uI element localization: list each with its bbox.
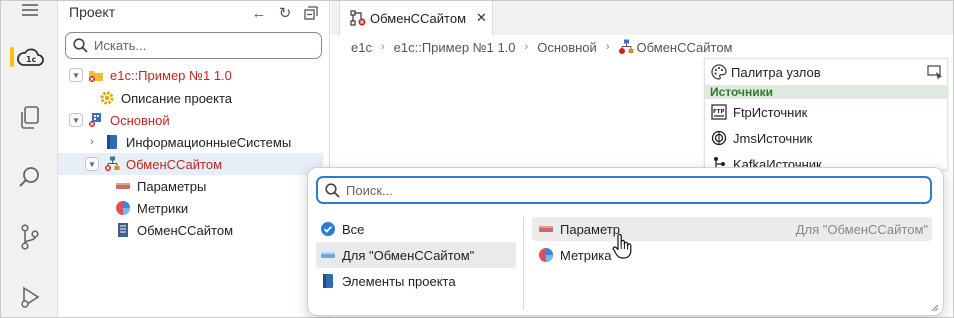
result-parameter[interactable]: Параметр Для "ОбменССайтом" [532, 217, 932, 241]
category-label: Все [342, 221, 365, 237]
panel-title: Проект [69, 4, 116, 20]
tree-item-label: ОбменССайтом [126, 156, 223, 172]
tree-item-information-systems[interactable]: › ИнформационныеСистемы [58, 131, 323, 153]
breadcrumb-item[interactable]: e1c::Пример №1 1.0 [394, 40, 516, 55]
chevron-down-icon[interactable]: ▼ [69, 113, 83, 127]
book-icon [320, 273, 336, 289]
check-circle-icon [320, 221, 336, 237]
category-label: Элементы проекта [342, 273, 456, 289]
tree-item-site-exchange-doc[interactable]: ОбменССайтом [58, 219, 323, 241]
integration-flow-icon [618, 39, 634, 55]
tab-bar: ОбменССайтом ✕ [331, 1, 953, 35]
integration-flow-icon [350, 10, 366, 26]
palette-item-jms-source[interactable]: JmsИсточник [705, 125, 947, 151]
tab-label: ОбменССайтом [370, 10, 467, 26]
search-icon [73, 38, 88, 53]
breadcrumb: e1c › e1c::Пример №1 1.0 › Основной › Об… [351, 38, 733, 56]
refresh-icon[interactable]: ↻ [275, 3, 295, 23]
pick-node-icon[interactable] [927, 64, 943, 83]
integration-flow-icon [104, 156, 120, 172]
palette-icon [711, 64, 727, 80]
result-label: Метрика [560, 247, 612, 263]
chevron-down-icon[interactable]: ▼ [69, 68, 83, 82]
chevron-down-icon[interactable]: ▼ [85, 157, 99, 171]
tree-item-main[interactable]: ▼ Основной [58, 109, 323, 131]
close-tab-icon[interactable]: ✕ [476, 10, 487, 26]
project-search-input[interactable] [94, 38, 294, 53]
metric-pie-icon [115, 200, 131, 216]
tab-site-exchange[interactable]: ОбменССайтом ✕ [339, 1, 493, 35]
palette-header: Палитра узлов [705, 59, 947, 85]
category-label: Для "ОбменССайтом" [342, 247, 475, 263]
popup-divider [523, 215, 524, 310]
popup-search-input[interactable] [346, 182, 906, 198]
svg-text:FTP: FTP [713, 109, 725, 115]
gear-icon [99, 90, 115, 106]
palette-section-sources: Источники [705, 85, 947, 99]
explorer-files-icon[interactable] [1, 98, 58, 138]
run-debug-icon[interactable] [1, 277, 58, 317]
1c-cloud-icon[interactable]: 1c [1, 37, 58, 77]
palette-item-ftp-source[interactable]: FTP FtpИсточник [705, 99, 947, 125]
category-project-elements[interactable]: Элементы проекта [316, 268, 516, 294]
parameter-icon [115, 178, 131, 194]
resize-grip-icon[interactable] [929, 302, 939, 312]
document-icon [115, 222, 131, 238]
chevron-right-icon: › [380, 41, 385, 53]
category-for-site-exchange[interactable]: Для "ОбменССайтом" [316, 242, 516, 268]
category-all[interactable]: Все [316, 216, 516, 242]
tree-item-label: Параметры [137, 178, 207, 194]
breadcrumb-item[interactable]: Основной [537, 40, 597, 55]
collapse-all-icon[interactable] [301, 3, 321, 23]
palette-item-label: FtpИсточник [733, 104, 808, 120]
breadcrumb-item[interactable]: e1c [351, 40, 372, 55]
tree-item-project-root[interactable]: ▼ e1c::Пример №1 1.0 [58, 64, 323, 86]
chevron-right-icon: › [524, 41, 529, 53]
tree-item-label: ИнформационныеСистемы [126, 134, 292, 150]
tree-item-site-exchange[interactable]: ▼ ОбменССайтом [58, 153, 323, 175]
search-icon [325, 182, 340, 198]
tree-item-project-description[interactable]: Описание проекта [58, 87, 323, 109]
breadcrumb-item[interactable]: ОбменССайтом [636, 40, 732, 55]
result-hint: Для "ОбменССайтом" [795, 221, 928, 237]
book-icon [104, 134, 120, 150]
tree-item-label: ОбменССайтом [137, 222, 234, 238]
palette-item-label: JmsИсточник [733, 130, 813, 146]
tree-item-label: e1c::Пример №1 1.0 [110, 67, 232, 83]
search-icon[interactable] [1, 157, 58, 197]
result-label: Параметр [560, 221, 620, 237]
popup-search-field[interactable] [316, 176, 932, 204]
svg-text:1c: 1c [26, 55, 37, 64]
tree-item-label: Основной [110, 112, 170, 128]
jms-icon [711, 130, 727, 146]
ftp-icon: FTP [711, 104, 727, 120]
node-palette: Палитра узлов Источники FTP FtpИсточник … [704, 58, 948, 170]
chevron-right-icon[interactable]: › [85, 135, 99, 149]
project-search-field[interactable] [65, 32, 322, 59]
result-metric[interactable]: Метрика [532, 243, 932, 267]
project-folder-icon [88, 67, 104, 83]
activity-bar: 1c [1, 1, 58, 317]
menu-icon[interactable] [1, 1, 58, 19]
source-control-icon[interactable] [1, 217, 58, 257]
parameter-group-icon [320, 247, 336, 263]
chevron-right-icon: › [605, 41, 610, 53]
back-arrow-icon[interactable]: ← [249, 3, 269, 23]
hand-cursor-icon [612, 233, 632, 259]
palette-title: Палитра узлов [731, 64, 821, 80]
tree-item-parameters[interactable]: Параметры [58, 175, 323, 197]
metric-pie-icon [538, 247, 554, 263]
tree-item-label: Метрики [137, 200, 189, 216]
parameter-icon [538, 221, 554, 237]
project-panel: Проект ← ↻ ▼ e1c::Пример №1 1.0 Описание… [58, 1, 330, 317]
module-icon [88, 112, 104, 128]
tree-item-label: Описание проекта [121, 90, 233, 106]
tree-item-metrics[interactable]: Метрики [58, 197, 323, 219]
